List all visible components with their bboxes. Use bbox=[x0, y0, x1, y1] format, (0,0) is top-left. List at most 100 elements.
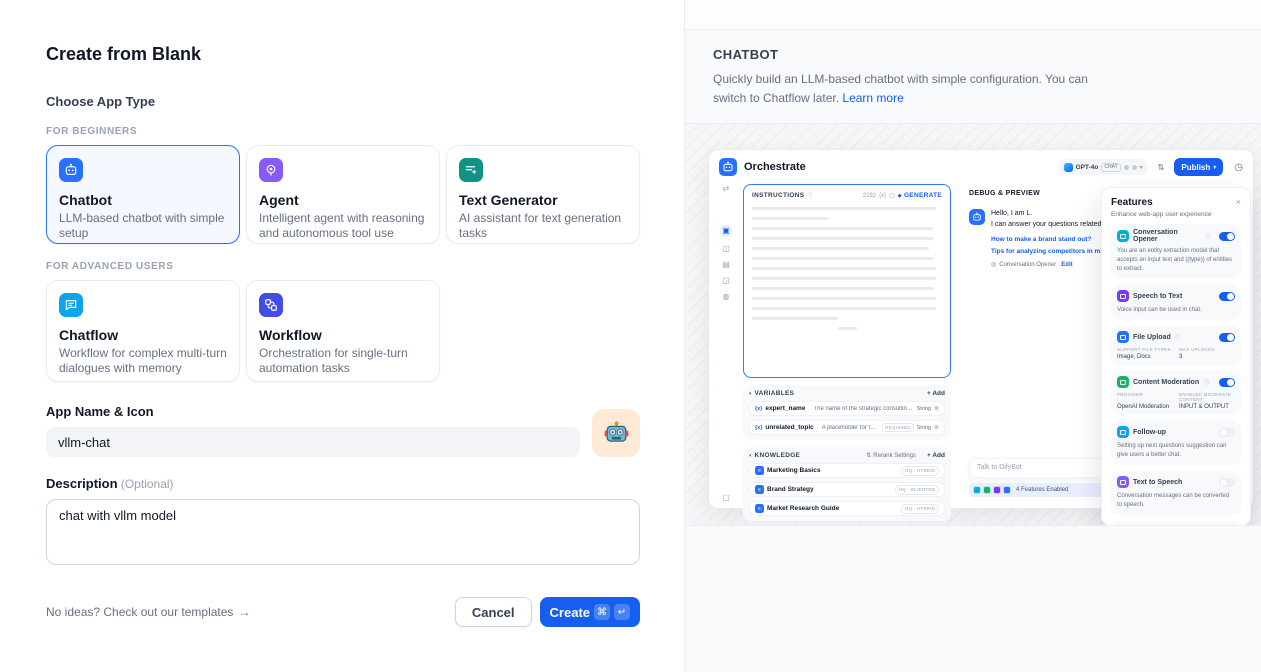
advanced-cards: Chatflow Workflow for complex multi-turn… bbox=[46, 280, 640, 382]
preview-screenshot-area: Orchestrate GPT-4o CHAT ▾ ⇅ Publish ▾ bbox=[685, 124, 1261, 526]
group-label-beginners: FOR BEGINNERS bbox=[46, 126, 640, 137]
file-upload-chip-icon bbox=[1003, 486, 1011, 494]
model-mode-tag: CHAT bbox=[1101, 163, 1120, 172]
chevron-down-icon[interactable]: ▾ bbox=[749, 453, 752, 459]
character-count: 2192 bbox=[863, 193, 876, 199]
model-provider-icon bbox=[1064, 163, 1073, 172]
toggle-text-to-speech[interactable] bbox=[1219, 478, 1235, 487]
retrieval-badge: HQ · HYBRID bbox=[901, 504, 939, 514]
agent-icon bbox=[259, 158, 283, 182]
cancel-button[interactable]: Cancel bbox=[455, 597, 532, 627]
toggle-file-upload[interactable] bbox=[1219, 333, 1235, 342]
app-type-card-workflow[interactable]: Workflow Orchestration for single-turn a… bbox=[246, 280, 440, 382]
remove-variable-icon[interactable]: ⊗ bbox=[934, 405, 939, 412]
app-type-heading: CHATBOT bbox=[713, 47, 1233, 62]
variable-row[interactable]: {x} expert_name · The name of the strate… bbox=[749, 401, 945, 416]
card-description: Orchestration for single-turn automation… bbox=[259, 346, 427, 376]
opener-icon: ◎ bbox=[991, 261, 996, 268]
suggestion-link[interactable]: Tips for analyzing competitors in market bbox=[991, 248, 1116, 255]
toggle-content-moderation[interactable] bbox=[1219, 378, 1235, 387]
history-clock-icon[interactable]: ◷ bbox=[1234, 162, 1243, 173]
toggle-follow-up[interactable] bbox=[1219, 428, 1235, 437]
app-type-card-text-generator[interactable]: Text Generator AI assistant for text gen… bbox=[446, 145, 640, 244]
knowledge-row[interactable]: ≡ Brand Strategy HQ · INVERTED bbox=[749, 482, 945, 497]
settings-sliders-icon[interactable]: ⇅ bbox=[1158, 163, 1165, 172]
model-param-icon bbox=[1132, 165, 1137, 170]
copy-icon[interactable]: ▢ bbox=[889, 192, 895, 199]
card-title: Chatbot bbox=[59, 192, 227, 208]
skeleton-line bbox=[752, 247, 929, 250]
remove-variable-icon[interactable]: ⊗ bbox=[934, 424, 939, 431]
conversation-opener-chip-icon bbox=[973, 486, 981, 494]
enter-key-icon: ↵ bbox=[614, 604, 630, 620]
toggle-conversation-opener[interactable] bbox=[1219, 232, 1235, 241]
retrieval-badge: HQ · HYBRID bbox=[901, 466, 939, 476]
chevron-down-icon: ▾ bbox=[1140, 164, 1143, 171]
add-knowledge-button[interactable]: + Add bbox=[927, 452, 945, 459]
group-label-advanced: FOR ADVANCED USERS bbox=[46, 261, 640, 272]
card-description: LLM-based chatbot with simple setup bbox=[59, 211, 227, 241]
robot-emoji-icon bbox=[603, 420, 630, 447]
toggle-speech-to-text[interactable] bbox=[1219, 292, 1235, 301]
content-moderation-icon bbox=[1117, 376, 1129, 388]
chevron-down-icon[interactable]: ▾ bbox=[749, 391, 752, 397]
info-icon: ⓘ bbox=[1203, 378, 1209, 387]
suggestion-link[interactable]: How to make a brand stand out? bbox=[991, 236, 1091, 243]
variable-insert-icon[interactable]: {x} bbox=[879, 193, 886, 199]
dataset-icon: ≡ bbox=[755, 466, 764, 475]
app-type-card-chatflow[interactable]: Chatflow Workflow for complex multi-turn… bbox=[46, 280, 240, 382]
knowledge-row[interactable]: ≡ Marketing Basics HQ · HYBRID bbox=[749, 463, 945, 478]
resize-handle bbox=[838, 327, 857, 330]
file-upload-icon bbox=[1117, 331, 1129, 343]
rerank-icon: ⇅ bbox=[866, 452, 871, 459]
model-param-icon bbox=[1124, 165, 1129, 170]
chatbot-icon bbox=[59, 158, 83, 182]
image-tab-icon[interactable]: ◫ bbox=[722, 245, 730, 253]
instructions-editor[interactable]: INSTRUCTIONS ⓘ 2192 {x} ▢ ◆ GENERATE bbox=[743, 184, 951, 378]
frame-icon[interactable]: ▢ bbox=[722, 494, 730, 502]
templates-link[interactable]: No ideas? Check out our templates → bbox=[46, 605, 250, 619]
app-type-card-agent[interactable]: Agent Intelligent agent with reasoning a… bbox=[246, 145, 440, 244]
card-description: Intelligent agent with reasoning and aut… bbox=[259, 211, 427, 241]
create-app-page: Create from Blank Choose App Type FOR BE… bbox=[0, 0, 1261, 672]
card-description: AI assistant for text generation tasks bbox=[459, 211, 627, 241]
speech-to-text-icon bbox=[1117, 290, 1129, 302]
description-textarea[interactable]: chat with vllm model bbox=[46, 499, 640, 565]
feature-conversation-opener: Conversation Opener ⓘ You are an entity … bbox=[1111, 224, 1241, 279]
close-icon[interactable]: × bbox=[1236, 198, 1241, 207]
app-name-input[interactable] bbox=[46, 427, 580, 457]
app-type-info: CHATBOT Quickly build an LLM-based chatb… bbox=[685, 30, 1261, 124]
chevron-down-icon: ▾ bbox=[1213, 164, 1216, 171]
preview-panel: CHATBOT Quickly build an LLM-based chatb… bbox=[684, 0, 1261, 672]
preview-header: Orchestrate GPT-4o CHAT ▾ ⇅ Publish ▾ bbox=[709, 150, 1253, 184]
app-type-card-chatbot[interactable]: Chatbot LLM-based chatbot with simple se… bbox=[46, 145, 240, 244]
skeleton-line bbox=[752, 217, 828, 220]
knowledge-header: ▾ KNOWLEDGE ⇅ Rerank Settings + Add bbox=[749, 452, 945, 459]
skeleton-line bbox=[752, 207, 936, 210]
learn-more-link[interactable]: Learn more bbox=[842, 91, 903, 105]
generate-button[interactable]: ◆ GENERATE bbox=[898, 192, 942, 199]
optional-hint: (Optional) bbox=[118, 477, 174, 491]
prompt-tab-icon[interactable]: ▣ bbox=[720, 225, 732, 237]
edit-opener-link[interactable]: Edit bbox=[1061, 262, 1072, 268]
swap-icon[interactable]: ⇄ bbox=[723, 185, 730, 193]
globe-tab-icon[interactable]: ◍ bbox=[723, 293, 730, 301]
skeleton-line bbox=[752, 297, 936, 300]
bot-avatar-icon bbox=[719, 158, 737, 176]
add-variable-button[interactable]: + Add bbox=[927, 390, 945, 397]
variables-section: ▾ VARIABLES + Add {x} expert_name · The … bbox=[743, 385, 951, 440]
rerank-settings-button[interactable]: ⇅ Rerank Settings bbox=[866, 452, 916, 459]
follow-up-icon bbox=[1117, 426, 1129, 438]
card-title: Chatflow bbox=[59, 327, 227, 343]
model-selector[interactable]: GPT-4o CHAT ▾ bbox=[1059, 159, 1148, 175]
feature-citations: Citations and Attributions Show source d… bbox=[1111, 521, 1241, 526]
knowledge-row[interactable]: ≡ Market Research Guide HQ · HYBRID bbox=[749, 501, 945, 516]
notes-tab-icon[interactable]: ◲ bbox=[722, 277, 730, 285]
text-generator-icon bbox=[459, 158, 483, 182]
docs-tab-icon[interactable]: ▤ bbox=[722, 261, 730, 269]
workflow-icon bbox=[259, 293, 283, 317]
create-button[interactable]: Create ⌘ ↵ bbox=[540, 597, 640, 627]
publish-button[interactable]: Publish ▾ bbox=[1174, 158, 1223, 176]
app-icon-picker[interactable] bbox=[592, 409, 640, 457]
variable-row[interactable]: {x} unrelated_topic · A placeholder for … bbox=[749, 420, 945, 435]
